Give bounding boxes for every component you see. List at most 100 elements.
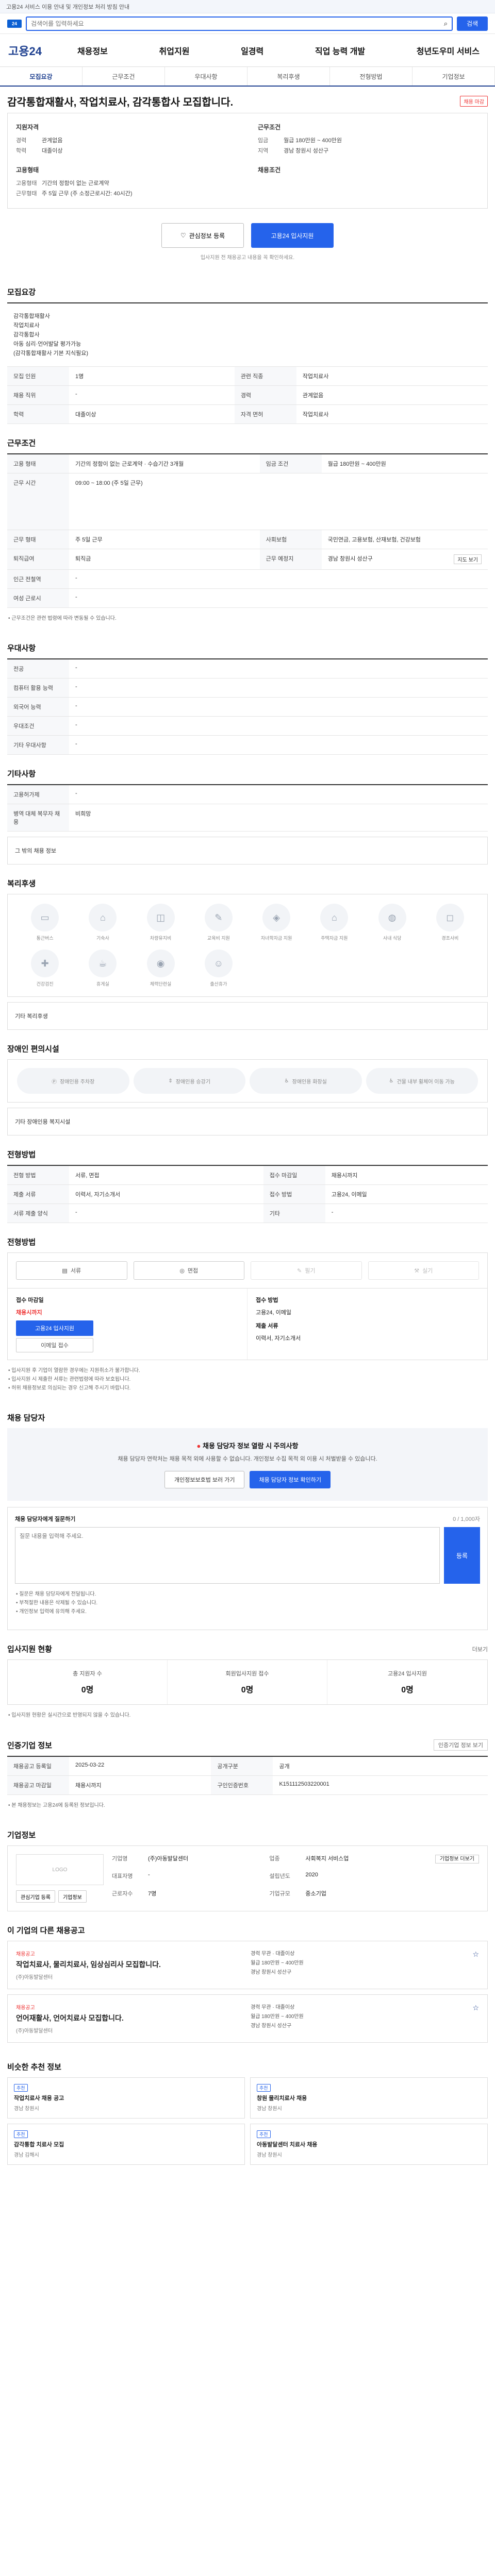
info-table: 채용공고 등록일 2025-03-22 공개구분 공개 채용공고 마감일 채용시까지 구인…	[7, 1756, 488, 1795]
similar-card[interactable]: 추천 창원 물리치료사 채용 경남 창원시	[250, 2077, 488, 2119]
method-practical: ⚒ 실기	[368, 1261, 479, 1280]
heart-icon: ♡	[180, 232, 186, 239]
stat-total: 총 지원자 수 0명	[8, 1660, 168, 1704]
tab-welfare[interactable]: 복리후생	[248, 67, 330, 86]
search-button[interactable]: 검색	[457, 16, 488, 31]
recommend-card[interactable]: 채용공고 작업치료사, 물리치료사, 임상심리사 모집합니다. (주)아동발달센…	[7, 1941, 488, 1989]
gift-icon: ◻	[436, 904, 464, 931]
global-nav: 고용24 채용정보 취업지원 일경력 직업 능력 개발 청년도우미 서비스	[0, 34, 495, 67]
summary-group-title: 고용형태	[16, 166, 39, 174]
search-input[interactable]	[31, 20, 444, 27]
welfare-item: ☺ 출산휴가	[192, 950, 245, 987]
follow-company-button[interactable]: 관심기업 등록	[16, 1890, 55, 1903]
site-logo-mini[interactable]: 24	[7, 19, 22, 28]
stat-online: 고용24 입사지원 0명	[387, 1671, 427, 1694]
table-row: 고용허가제 -	[7, 785, 488, 804]
welfare-item: ◫ 차량유지비	[134, 904, 188, 941]
warning-icon: ●	[196, 1442, 201, 1450]
title-row: 감각통합재활사, 작업치료사, 감각통합사 모집합니다. 채용 마감	[7, 87, 488, 113]
etc-table: 고용허가제 - 병역 대체 복무자 채용 비희망	[7, 784, 488, 832]
section-apply: 전형방법	[7, 1238, 36, 1247]
similar-card[interactable]: 추천 작업치료사 채용 공고 경남 창원시	[7, 2077, 245, 2119]
dormitory-icon: ⌂	[89, 904, 117, 931]
table-row: 제출 서류 이력서, 자기소개서 접수 방법 고용24, 이메일	[7, 1184, 488, 1204]
stats-grid: 총 지원자 수 0명 회원입사지원 접수 0명 고용24 입사지원 0명	[7, 1659, 488, 1705]
apply-col-method: 접수 방법 고용24, 이메일 제출 서류 이력서, 자기소개서	[256, 1297, 301, 1342]
tab-recruit[interactable]: 모집요강	[0, 67, 82, 86]
table-row: 채용 직위 - 경력 관계없음	[7, 385, 488, 405]
disabled-other-box: 기타 장애인용 복지시설	[7, 1108, 488, 1136]
section-similar: 비슷한 추천 정보	[7, 2063, 61, 2072]
welfare-item: ☕ 휴게실	[76, 950, 129, 987]
table-row: 인근 전철역 -	[7, 569, 488, 589]
table-row: 전형 방법 서류, 면접 접수 마감일 채용시까지	[7, 1165, 488, 1185]
question-submit-button[interactable]: 등록	[444, 1527, 480, 1584]
stats-more-link[interactable]: 더보기	[472, 1645, 488, 1653]
restroom-icon: ♿	[284, 1078, 289, 1084]
table-row: 서류 제출 양식 - 기타 -	[7, 1204, 488, 1223]
welfare-item: ◻ 경조사비	[423, 904, 477, 941]
section-screening: 전형방법	[7, 1150, 36, 1159]
summary-hiring: 채용조건	[258, 165, 479, 199]
table-row: 채용공고 마감일 채용시까지 구인인증번호 K151112503220001	[7, 1775, 488, 1795]
scrap-button[interactable]: ♡ 관심정보 등록	[161, 223, 244, 248]
section-preference: 우대사항	[7, 644, 36, 653]
tool-icon: ⚒	[414, 1267, 420, 1274]
interview-icon: ◎	[179, 1267, 185, 1274]
gnb-item-youth[interactable]: 청년도우미 서비스	[409, 44, 487, 57]
tab-conditions[interactable]: 근무조건	[82, 67, 165, 86]
table-row: 모집 인원 1명 관련 직종 작업치료사	[7, 367, 488, 386]
welfare-item: ◍ 사내 식당	[366, 904, 419, 941]
qa-box: 채용 담당자에게 질문하기 0 / 1,000자 등록 질문은 채용 담당자에게…	[7, 1507, 488, 1630]
info-link[interactable]: 인증기업 정보 보기	[433, 1739, 488, 1751]
section-disabled: 장애인 편의시설	[7, 1045, 59, 1054]
gnb-item-training[interactable]: 직업 능력 개발	[308, 44, 372, 57]
recruit-description: 감각통합재활사 작업치료사 감각통합사 아동 심리·언어발달 평가가능 (감각통…	[7, 302, 488, 367]
show-contact-button[interactable]: 채용 담당자 정보 확인하기	[250, 1471, 331, 1488]
apply-online-button[interactable]: 고용24 입사지원	[16, 1320, 93, 1336]
company-info-button[interactable]: 기업정보	[58, 1890, 87, 1903]
welfare-item: ⌂ 주택자금 지원	[307, 904, 361, 941]
tab-preference[interactable]: 우대사항	[165, 67, 248, 86]
privacy-law-button[interactable]: 개인정보보호법 보러 가기	[164, 1471, 245, 1488]
welfare-item: ✎ 교육비 지원	[192, 904, 245, 941]
table-row: 외국어 능력 -	[7, 697, 488, 717]
method-written: ✎ 필기	[251, 1261, 362, 1280]
banner-text: 고용24 서비스 이용 안내 및 개인정보 처리 방침 안내	[6, 4, 130, 10]
gnb-item-support[interactable]: 취업지원	[152, 44, 197, 57]
company-more-link[interactable]: 기업정보 더보기	[435, 1855, 479, 1863]
method-row: ▤ 서류 ◎ 면접 ✎ 필기 ⚒ 실기	[7, 1252, 488, 1289]
method-interview: ◎ 면접	[133, 1261, 244, 1280]
facility-item: Ⓟ 장애인용 주차장	[17, 1068, 129, 1094]
method-document: ▤ 서류	[16, 1261, 127, 1280]
recommend-card[interactable]: 채용공고 언어재활사, 언어치료사 모집합니다. (주)아동발달센터 경력 무관…	[7, 1994, 488, 2043]
conditions-footnote: 근무조건은 관련 법령에 따라 변동될 수 있습니다.	[7, 608, 488, 629]
site-logo[interactable]: 고용24	[8, 42, 70, 59]
apply-button[interactable]: 고용24 입사지원	[251, 223, 334, 248]
search-row: 24 ⌕ 검색	[0, 13, 495, 34]
section-recommend: 이 기업의 다른 채용공고	[7, 1926, 85, 1935]
similar-card[interactable]: 추천 아동발달센터 치료사 채용 경남 창원시	[250, 2124, 488, 2165]
welfare-other-box: 기타 복리후생	[7, 1002, 488, 1030]
health-icon: ✚	[31, 950, 59, 977]
gnb-item-career[interactable]: 일경력	[234, 44, 271, 57]
contact-warning: ● 채용 담당자 정보 열람 시 주의사항 채용 담당자 연락처는 채용 목적 …	[7, 1428, 488, 1501]
gnb-item-jobs[interactable]: 채용정보	[70, 44, 115, 57]
table-row: 병역 대체 복무자 채용 비희망	[7, 804, 488, 832]
car-icon: ◫	[146, 904, 175, 931]
section-stats: 입사지원 현황 더보기	[7, 1645, 488, 1654]
tab-screening[interactable]: 전형방법	[330, 67, 412, 86]
search-icon[interactable]: ⌕	[444, 20, 448, 28]
bookmark-icon[interactable]: ☆	[472, 2003, 479, 2034]
similar-card[interactable]: 추천 감각통합 치료사 모집 경남 김해시	[7, 2124, 245, 2165]
tab-company[interactable]: 기업정보	[412, 67, 495, 86]
search-box: ⌕	[26, 16, 453, 31]
welfare-item: ▭ 통근버스	[18, 904, 72, 941]
apply-col-deadline: 접수 마감일 채용시까지 고용24 입사지원 이메일 접수	[8, 1289, 248, 1360]
question-textarea[interactable]	[15, 1527, 440, 1584]
welfare-grid: ▭ 통근버스 ⌂ 기숙사 ◫ 차량유지비 ✎ 교육비 지원 ◈ 자녀학자금 지원 ⌂ 주택자…	[7, 894, 488, 997]
apply-email-button[interactable]: 이메일 접수	[16, 1338, 93, 1352]
map-link[interactable]: 지도 보기	[454, 554, 482, 564]
gym-icon: ◉	[146, 950, 175, 977]
bookmark-icon[interactable]: ☆	[472, 1950, 479, 1980]
